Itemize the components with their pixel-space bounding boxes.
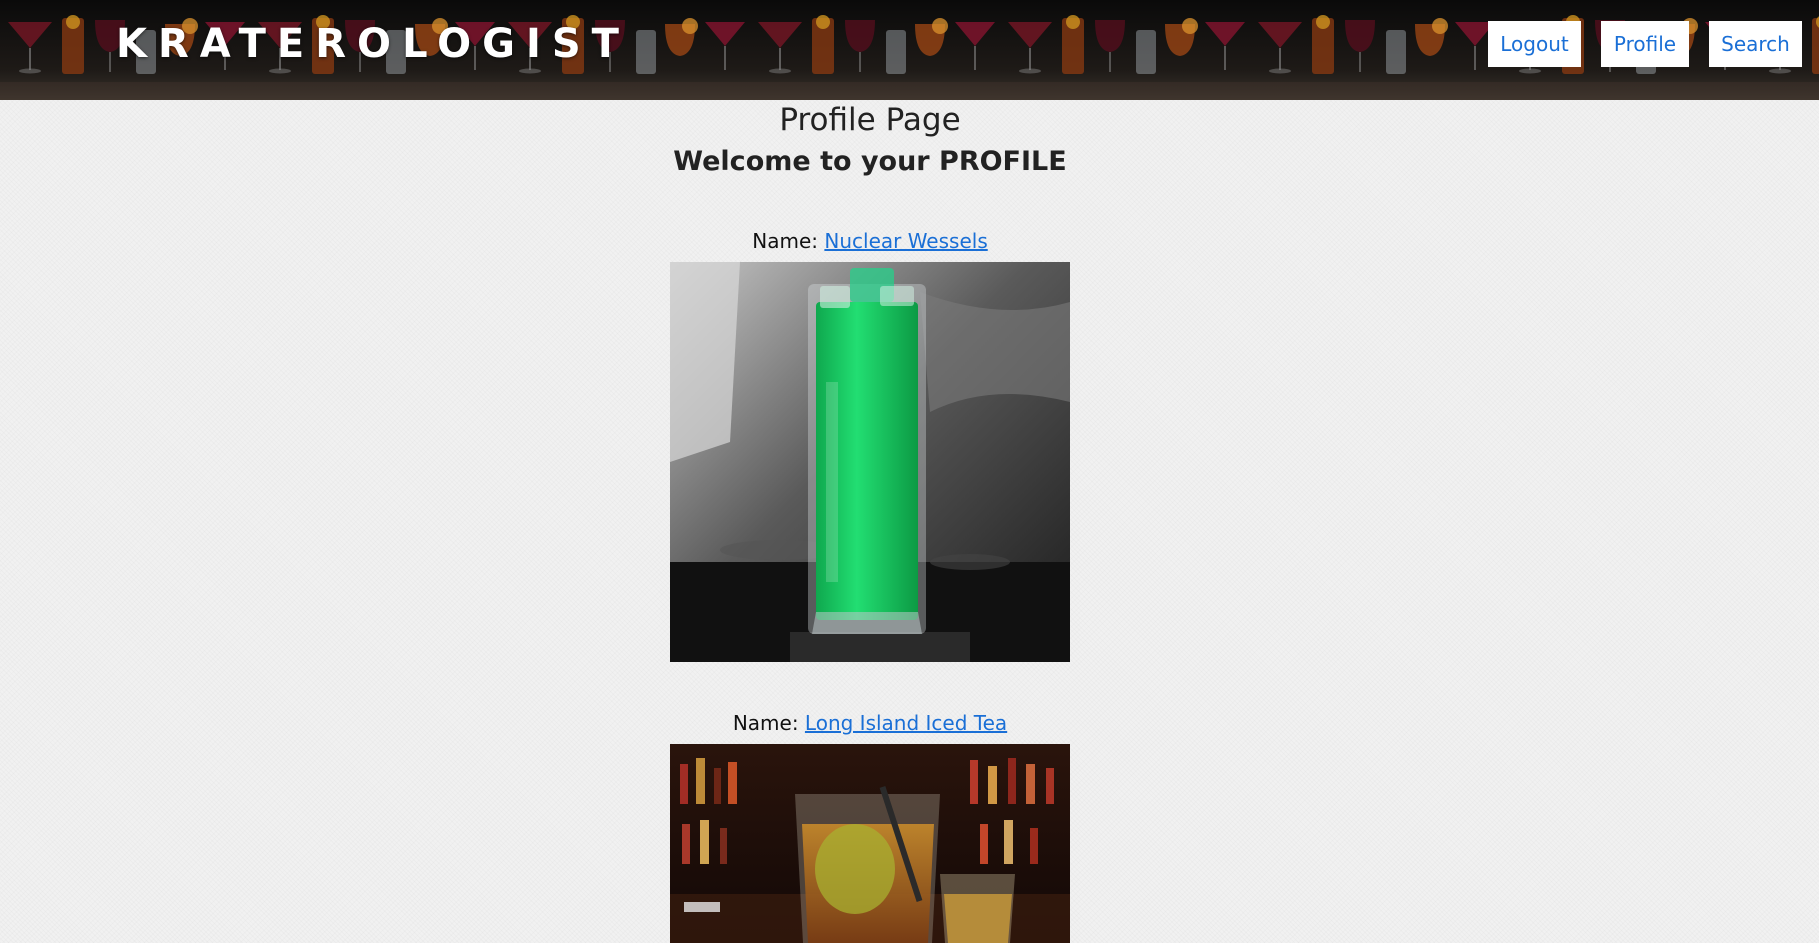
drink-image-long-island-iced-tea	[670, 744, 1070, 943]
drink-link-long-island-iced-tea[interactable]: Long Island Iced Tea	[805, 711, 1007, 735]
site-logo-text[interactable]: KRATEROLOGIST	[116, 20, 630, 68]
drink-name-label: Name:	[732, 711, 799, 735]
logout-button[interactable]: Logout	[1488, 21, 1581, 67]
search-button[interactable]: Search	[1709, 21, 1802, 67]
drink-image-nuclear-wessels	[670, 262, 1070, 662]
page-title: Profile Page	[779, 102, 961, 138]
drink-name-row: Name: Nuclear Wessels	[0, 229, 1740, 253]
site-header: KRATEROLOGIST Logout Profile Search	[0, 0, 1819, 100]
welcome-heading: Welcome to your PROFILE	[673, 146, 1067, 177]
main-content: Profile Page Welcome to your PROFILE Nam…	[0, 100, 1819, 943]
drink-link-nuclear-wessels[interactable]: Nuclear Wessels	[824, 229, 987, 253]
profile-button[interactable]: Profile	[1601, 21, 1689, 67]
drink-name-label: Name:	[752, 229, 819, 253]
drink-name-row: Name: Long Island Iced Tea	[0, 711, 1740, 735]
